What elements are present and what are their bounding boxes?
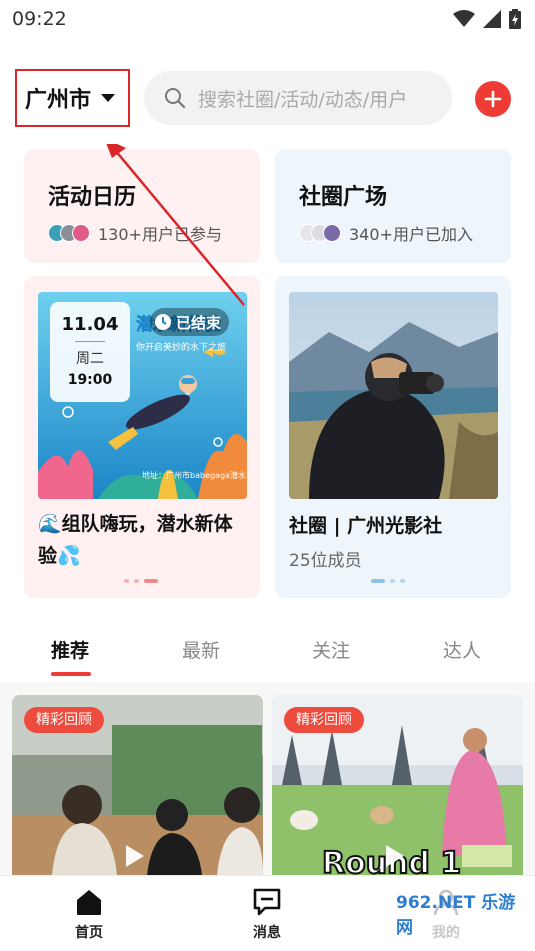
add-button[interactable] <box>475 81 511 117</box>
search-placeholder: 搜索社圈/活动/动态/用户 <box>198 88 408 111</box>
highlight-badge: 精彩回顾 <box>284 707 364 733</box>
nav-messages-label: 消息 <box>253 925 281 941</box>
highlight-badge: 精彩回顾 <box>24 707 104 733</box>
caret-down-icon <box>101 94 116 102</box>
watermark-logo: 962.NET 乐游网 <box>396 878 530 948</box>
app-screen: 09:22 广州市 搜索社圈/活动/动态/用户 活动日历 130+用户已参与 社… <box>0 0 535 951</box>
top-bar: 广州市 搜索社圈/活动/动态/用户 <box>0 38 535 144</box>
feed-post[interactable]: Round 1 精彩回顾 <box>272 695 523 875</box>
discover-section: 活动日历 130+用户已参与 社圈广场 340+用户已加入 地址：广州市babe… <box>0 144 535 616</box>
battery-icon <box>509 9 521 29</box>
search-bar[interactable]: 搜索社圈/活动/动态/用户 <box>144 71 452 125</box>
system-icons <box>453 9 521 29</box>
active-tab-indicator <box>51 672 91 676</box>
feed-tabs: 推荐 最新 关注 达人 <box>0 616 535 682</box>
tab-latest[interactable]: 最新 <box>182 636 220 663</box>
wifi-icon <box>453 10 475 27</box>
home-icon <box>77 890 101 915</box>
plus-icon <box>484 90 502 108</box>
signal-icon <box>483 10 501 28</box>
feed-post[interactable]: 精彩回顾 <box>12 695 263 875</box>
tab-experts[interactable]: 达人 <box>443 636 481 663</box>
feed-list: 精彩回顾 Round 1 精彩回顾 <box>0 682 535 875</box>
bottom-nav: 首页 消息 我的 962.NET 乐游网 <box>0 875 535 951</box>
nav-home[interactable]: 首页 <box>59 888 119 942</box>
play-icon <box>386 845 404 867</box>
tab-following[interactable]: 关注 <box>312 636 350 663</box>
watermark-text: 962.NET 乐游网 <box>396 893 516 938</box>
city-selector[interactable]: 广州市 <box>15 69 130 127</box>
search-icon <box>165 88 186 109</box>
city-name: 广州市 <box>25 88 92 113</box>
status-time: 09:22 <box>12 8 67 30</box>
nav-messages[interactable]: 消息 <box>237 888 297 942</box>
message-icon <box>253 888 281 916</box>
annotation-arrow <box>106 144 245 306</box>
nav-home-label: 首页 <box>75 925 103 941</box>
status-bar: 09:22 <box>0 0 535 38</box>
tab-recommend[interactable]: 推荐 <box>51 636 89 663</box>
play-icon <box>126 845 144 867</box>
